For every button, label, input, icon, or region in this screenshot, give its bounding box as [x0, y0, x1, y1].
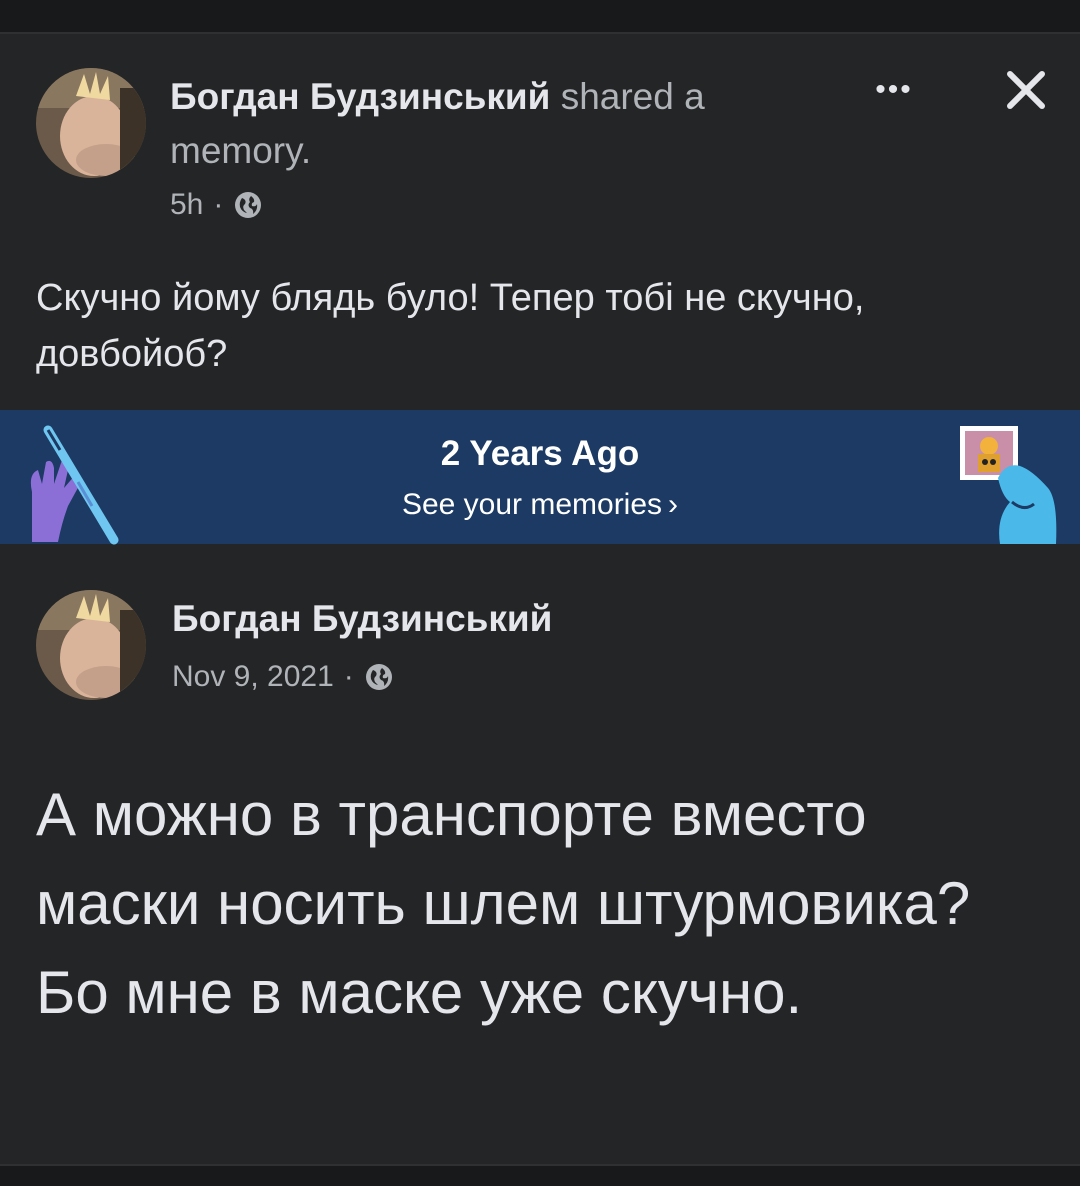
chevron-right-icon: › — [668, 488, 679, 521]
memory-author-name[interactable]: Богдан Будзинський — [172, 598, 552, 640]
memories-banner[interactable] — [0, 410, 1080, 544]
more-options-button[interactable]: ••• — [862, 70, 926, 110]
post-caption: Скучно йому блядь було! Тепер тобі не ск… — [36, 277, 865, 375]
author-name[interactable]: Богдан Будзинський — [170, 76, 550, 117]
post-header: Богдан Будзинський shared a memory. — [170, 70, 830, 178]
globe-icon — [364, 662, 394, 692]
bottom-strip — [0, 1164, 1080, 1186]
top-strip — [0, 0, 1080, 34]
meta-separator: · — [213, 188, 224, 221]
globe-icon — [233, 190, 263, 220]
post-time[interactable]: 5h — [170, 188, 203, 222]
memories-title: 2 Years Ago — [440, 434, 640, 473]
memory-avatar[interactable] — [36, 590, 146, 700]
see-memories-link[interactable]: See your memories › — [0, 488, 1080, 522]
post-meta: 5h · — [170, 188, 263, 222]
memory-post-text: А можно в транспорте вместо маски носить… — [36, 781, 971, 1026]
avatar[interactable] — [36, 68, 146, 178]
memory-meta: Nov 9, 2021 · — [172, 660, 394, 694]
avatar-photo — [36, 590, 146, 700]
meta-separator: · — [343, 660, 354, 693]
memory-date[interactable]: Nov 9, 2021 — [172, 660, 334, 694]
close-icon — [1007, 71, 1045, 109]
see-memories-label[interactable]: See your memories — [402, 488, 662, 521]
close-button[interactable] — [998, 66, 1054, 114]
avatar-photo — [36, 68, 146, 178]
